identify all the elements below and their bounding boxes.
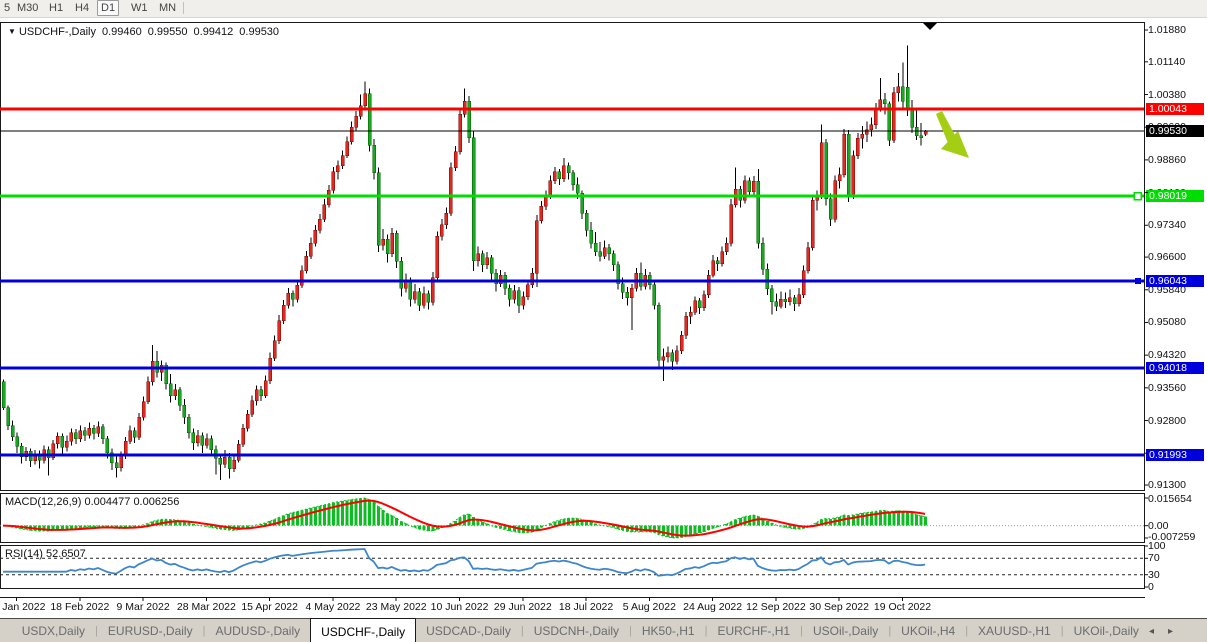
tab-eurusd-daily[interactable]: EURUSD-,Daily — [98, 619, 203, 642]
timeframe-button-h4[interactable]: H4 — [72, 1, 92, 15]
tab-xauusd-h1[interactable]: XAUUSD-,H1 — [968, 619, 1061, 642]
price-line-badge: 0.96043 — [1146, 275, 1204, 287]
macd-value: 0.004477 — [84, 496, 130, 508]
rsi-axis-label: 0 — [1148, 581, 1154, 593]
macd-axis-max: 0.015654 — [1148, 493, 1192, 505]
price-tick-label: 0.93560 — [1148, 382, 1204, 394]
price-tick-label: 1.01140 — [1148, 56, 1204, 68]
tab-usdcad-daily[interactable]: USDCAD-,Daily — [416, 619, 521, 642]
ohlc-low: 0.99412 — [194, 26, 234, 38]
tab-bar-left-pad — [0, 619, 12, 642]
ohlc-close: 0.99530 — [239, 26, 279, 38]
price-tick-label: 0.97340 — [1148, 219, 1204, 231]
symbol-tab-bar: USDX,Daily|EURUSD-,Daily|AUDUSD-,DailyUS… — [0, 618, 1207, 642]
price-tick-label: 1.01880 — [1148, 24, 1204, 36]
price-line-badge: 0.91993 — [1146, 449, 1204, 461]
timeframe-button-w1[interactable]: W1 — [128, 1, 151, 15]
tab-scroll-left-icon[interactable]: ◂ — [1149, 626, 1154, 637]
tab-usdchf-daily[interactable]: USDCHF-,Daily — [310, 618, 416, 642]
tab-ukoil-h4[interactable]: UKOil-,H4 — [891, 619, 965, 642]
tab-eurchf-h1[interactable]: EURCHF-,H1 — [707, 619, 800, 642]
tab-hk50-h1[interactable]: HK50-,H1 — [632, 619, 705, 642]
tab-scroll-right-icon[interactable]: ▸ — [1168, 626, 1173, 637]
toolbar-separator — [183, 2, 184, 14]
tab-usdx-daily[interactable]: USDX,Daily — [12, 619, 95, 642]
price-line-badge: 0.99530 — [1146, 125, 1204, 137]
rsi-name: RSI(14) — [5, 548, 43, 560]
price-tick-label: 1.00380 — [1148, 89, 1204, 101]
price-tick-label: 0.95080 — [1148, 316, 1204, 328]
tab-ukoil-daily[interactable]: UKOil-,Daily — [1064, 619, 1149, 642]
timeframe-toolbar: 5M30 H1 H4 D1 W1 MN — [0, 0, 1207, 18]
timeframe-button-5[interactable]: 5 — [1, 1, 13, 15]
tab-usdcnh-daily[interactable]: USDCNH-,Daily — [524, 619, 629, 642]
date-tick-label: 19 Oct 2022 — [857, 601, 947, 613]
timeframe-button-m30[interactable]: M30 — [14, 1, 41, 15]
macd-signal-value: 0.006256 — [133, 496, 179, 508]
timeframe-button-h1[interactable]: H1 — [46, 1, 66, 15]
tab-audusd-daily[interactable]: AUDUSD-,Daily — [205, 619, 310, 642]
price-line-badge: 1.00043 — [1146, 103, 1204, 115]
price-line-badge: 0.98019 — [1146, 190, 1204, 202]
rsi-axis-label: 30 — [1148, 569, 1160, 581]
date-axis-line — [0, 597, 1145, 598]
chart-symbol-label: USDCHF-,Daily — [19, 26, 96, 38]
price-tick-label: 0.98860 — [1148, 154, 1204, 166]
rsi-value: 52.6507 — [46, 548, 86, 560]
tab-scrollers: ◂▸ — [1149, 619, 1207, 642]
rsi-panel[interactable] — [0, 545, 1145, 589]
price-tick-label: 0.94320 — [1148, 349, 1204, 361]
price-tick-label: 0.91300 — [1148, 479, 1204, 491]
timeframe-button-mn[interactable]: MN — [156, 1, 179, 15]
trading-terminal-window: { "toolbar": { "timeframes": [ {"label":… — [0, 0, 1207, 642]
timeframe-button-d1[interactable]: D1 — [97, 0, 119, 16]
rsi-label: RSI(14) 52.6507 — [5, 548, 86, 560]
symbol-dropdown-icon[interactable]: ▼ — [8, 27, 16, 36]
tab-usoil-daily[interactable]: USOil-,Daily — [803, 619, 888, 642]
rsi-axis-label: 100 — [1148, 540, 1166, 552]
ohlc-open: 0.99460 — [102, 26, 142, 38]
rsi-axis-label: 70 — [1148, 552, 1160, 564]
price-line-badge: 0.94018 — [1146, 362, 1204, 374]
macd-axis-zero: 0.00 — [1148, 520, 1168, 532]
price-tick-label: 0.92800 — [1148, 415, 1204, 427]
macd-name: MACD(12,26,9) — [5, 496, 81, 508]
macd-label: MACD(12,26,9) 0.004477 0.006256 — [5, 496, 179, 508]
ohlc-high: 0.99550 — [148, 26, 188, 38]
main-chart-panel[interactable] — [0, 22, 1145, 491]
price-tick-label: 0.96600 — [1148, 251, 1204, 263]
chart-title: ▼ USDCHF-,Daily 0.99460 0.99550 0.99412 0.99… — [8, 26, 279, 38]
